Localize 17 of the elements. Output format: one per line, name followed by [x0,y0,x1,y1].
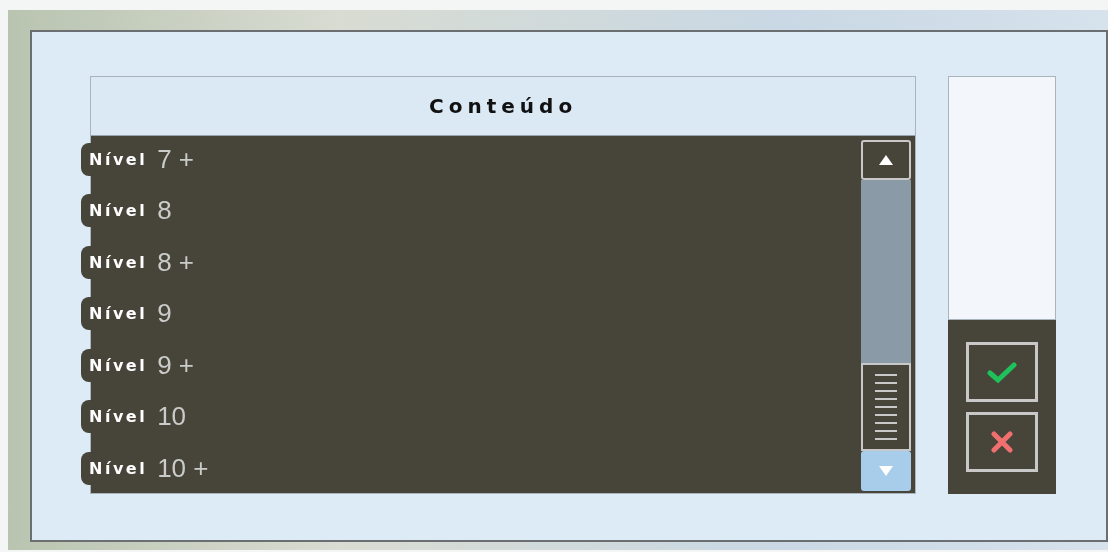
level-value[interactable]: 7 + [157,143,194,175]
level-value[interactable]: 9 [157,298,172,329]
level-value[interactable]: 10 + [157,452,209,484]
cancel-button[interactable] [966,412,1039,472]
confirm-button[interactable] [966,342,1039,402]
up-triangle-icon [879,155,894,165]
level-value[interactable]: 8 [157,195,172,226]
cross-icon [991,431,1014,453]
down-triangle-icon [879,466,894,476]
scroll-thumb[interactable] [861,363,912,451]
level-value[interactable]: 9 + [157,349,194,381]
checkmark-icon [987,361,1018,383]
level-value[interactable]: 8 + [157,246,194,278]
grip-lines-icon [875,372,898,442]
scroll-down-button[interactable] [861,451,912,491]
scroll-up-button[interactable] [861,140,912,180]
level-value[interactable]: 10 [157,401,187,432]
